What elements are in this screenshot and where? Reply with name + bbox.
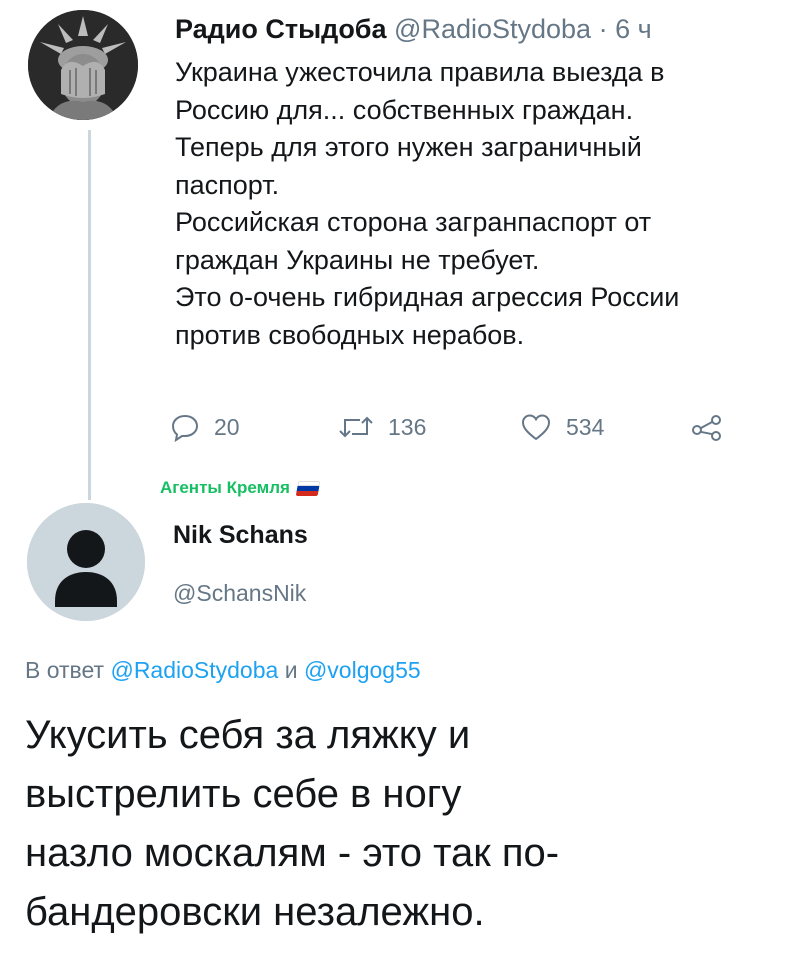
- flag-stripe: [297, 480, 321, 486]
- group-badge-label: Агенты Кремля: [160, 478, 290, 497]
- tweet-text: Украина ужесточила правила выезда в Росс…: [175, 54, 795, 354]
- tweet-line: граждан Украины не требует.: [175, 244, 540, 275]
- tweet-line: Это о-очень гибридная агрессия России: [175, 282, 680, 312]
- like-count: 534: [566, 413, 605, 440]
- reply-line: Укусить себя за ляжку и: [25, 713, 471, 757]
- reply-conjunction: и: [278, 657, 304, 683]
- reply-line: выстрелить себе в ногу: [25, 772, 462, 816]
- reply-context: В ответ @RadioStydoba и @volgog55: [25, 657, 421, 684]
- tweet-actions: 20 136 534: [170, 412, 770, 452]
- share-button[interactable]: [690, 412, 724, 442]
- default-avatar-icon: [27, 503, 145, 621]
- retweet-icon: [339, 416, 373, 438]
- tweet-line: Российская сторона загранпаспорт от: [175, 207, 652, 237]
- flag-stripe: [296, 485, 320, 491]
- retweet-count: 136: [388, 413, 427, 440]
- tweet-line: Украина ужесточила правила выезда в: [175, 57, 665, 87]
- tweet-line: Россию для... собственных граждан.: [175, 94, 634, 125]
- tweet-line: паспорт.: [175, 169, 280, 200]
- share-icon: [692, 415, 721, 441]
- separator: ·: [591, 14, 616, 44]
- tweet-line: Теперь для этого нужен заграничный: [175, 132, 642, 162]
- statue-of-liberty-facepalm-image: [28, 10, 138, 120]
- reply-text: Укусить себя за ляжку и выстрелить себе …: [25, 706, 785, 942]
- author-handle[interactable]: @RadioStydoba: [394, 14, 591, 44]
- like-button[interactable]: 534: [520, 412, 604, 442]
- reply-prefix: В ответ: [25, 657, 111, 683]
- tweet-line: против свободных нерабов.: [175, 319, 525, 350]
- mention-link[interactable]: @volgog55: [304, 657, 421, 683]
- group-badge: Агенты Кремля: [160, 478, 321, 498]
- reply-author-name[interactable]: Nik Schans: [173, 521, 308, 550]
- flag-stripe: [295, 490, 319, 496]
- tweet-time[interactable]: 6 ч: [615, 14, 652, 44]
- reply-count: 20: [214, 413, 240, 440]
- avatar[interactable]: [27, 503, 145, 621]
- mention-link[interactable]: @RadioStydoba: [110, 657, 278, 683]
- russian-flag-icon: [295, 480, 321, 496]
- reply-icon: [171, 414, 199, 442]
- reply-button[interactable]: 20: [170, 412, 240, 442]
- retweet-button[interactable]: 136: [338, 412, 426, 442]
- author-name[interactable]: Радио Стыдоба: [175, 14, 387, 44]
- tweet-header: Радио Стыдоба @RadioStydoba · 6 ч: [175, 14, 652, 45]
- reply-author-handle[interactable]: @SchansNik: [173, 580, 306, 607]
- avatar[interactable]: [28, 10, 138, 120]
- thread-line: [88, 130, 91, 500]
- reply-line: назло москалям - это так по-: [25, 831, 560, 875]
- reply-line: бандеровски незалежно.: [25, 890, 485, 934]
- like-icon: [521, 414, 551, 441]
